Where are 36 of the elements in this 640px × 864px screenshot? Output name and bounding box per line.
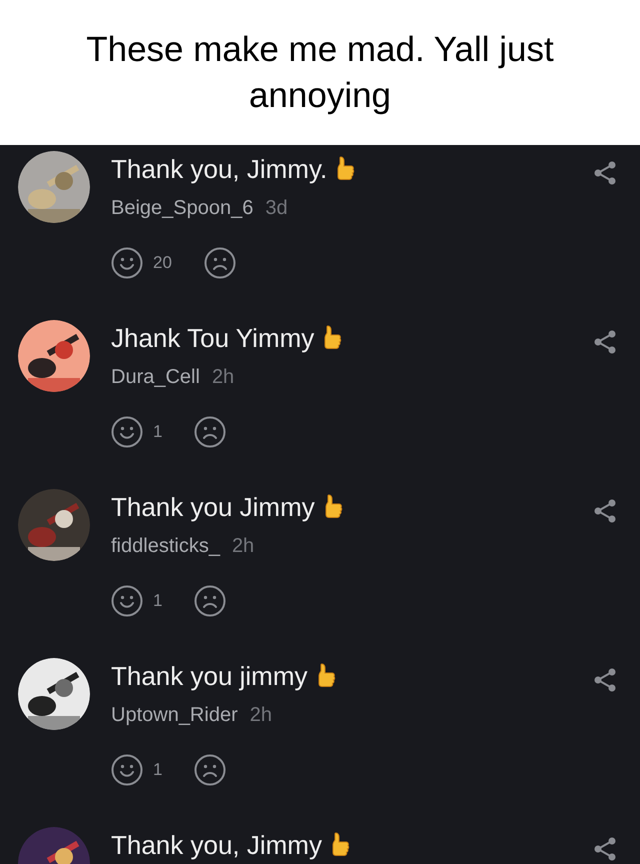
like-count: 1 [153, 590, 162, 612]
share-icon[interactable] [594, 330, 616, 354]
timestamp: 2h [212, 365, 234, 390]
like-count: 1 [153, 759, 162, 782]
comment-text: Thank you, Jimmy [111, 830, 322, 860]
frown-icon[interactable] [204, 247, 236, 279]
like-count: 1 [153, 421, 162, 444]
thumbs-up-icon [322, 325, 342, 351]
frown-icon[interactable] [194, 754, 226, 786]
smile-icon[interactable] [111, 247, 143, 279]
username[interactable]: fiddlesticks_ [111, 531, 220, 561]
share-icon[interactable] [594, 837, 616, 861]
thumbs-up-icon [322, 494, 343, 520]
like-count: 20 [153, 252, 172, 274]
timestamp: 2h [232, 534, 254, 559]
smile-icon[interactable] [111, 754, 143, 786]
frown-icon[interactable] [194, 416, 226, 448]
meme-caption: These make me mad. Yall just annoying [85, 28, 555, 116]
username[interactable]: Beige_Spoon_6 [111, 193, 254, 223]
smile-icon[interactable] [111, 585, 143, 617]
smile-icon[interactable] [111, 416, 143, 448]
frown-icon[interactable] [194, 585, 226, 617]
username[interactable]: Dura_Cell [111, 362, 200, 392]
thumbs-up-icon [335, 156, 356, 182]
timestamp: 3d [265, 196, 288, 221]
comment-text: Thank you, Jimmy. [111, 154, 328, 184]
username[interactable]: Uptown_Rider [111, 700, 238, 730]
thumbs-up-icon [316, 663, 336, 689]
share-icon[interactable] [594, 499, 616, 523]
comment-text: Thank you Jimmy [111, 492, 315, 522]
share-icon[interactable] [594, 161, 616, 185]
timestamp: 2h [250, 703, 272, 728]
comment-text: Jhank Tou Yimmy [111, 323, 314, 353]
thumbs-up-icon [330, 832, 350, 858]
share-icon[interactable] [594, 668, 616, 692]
comment-text: Thank you jimmy [111, 661, 308, 691]
